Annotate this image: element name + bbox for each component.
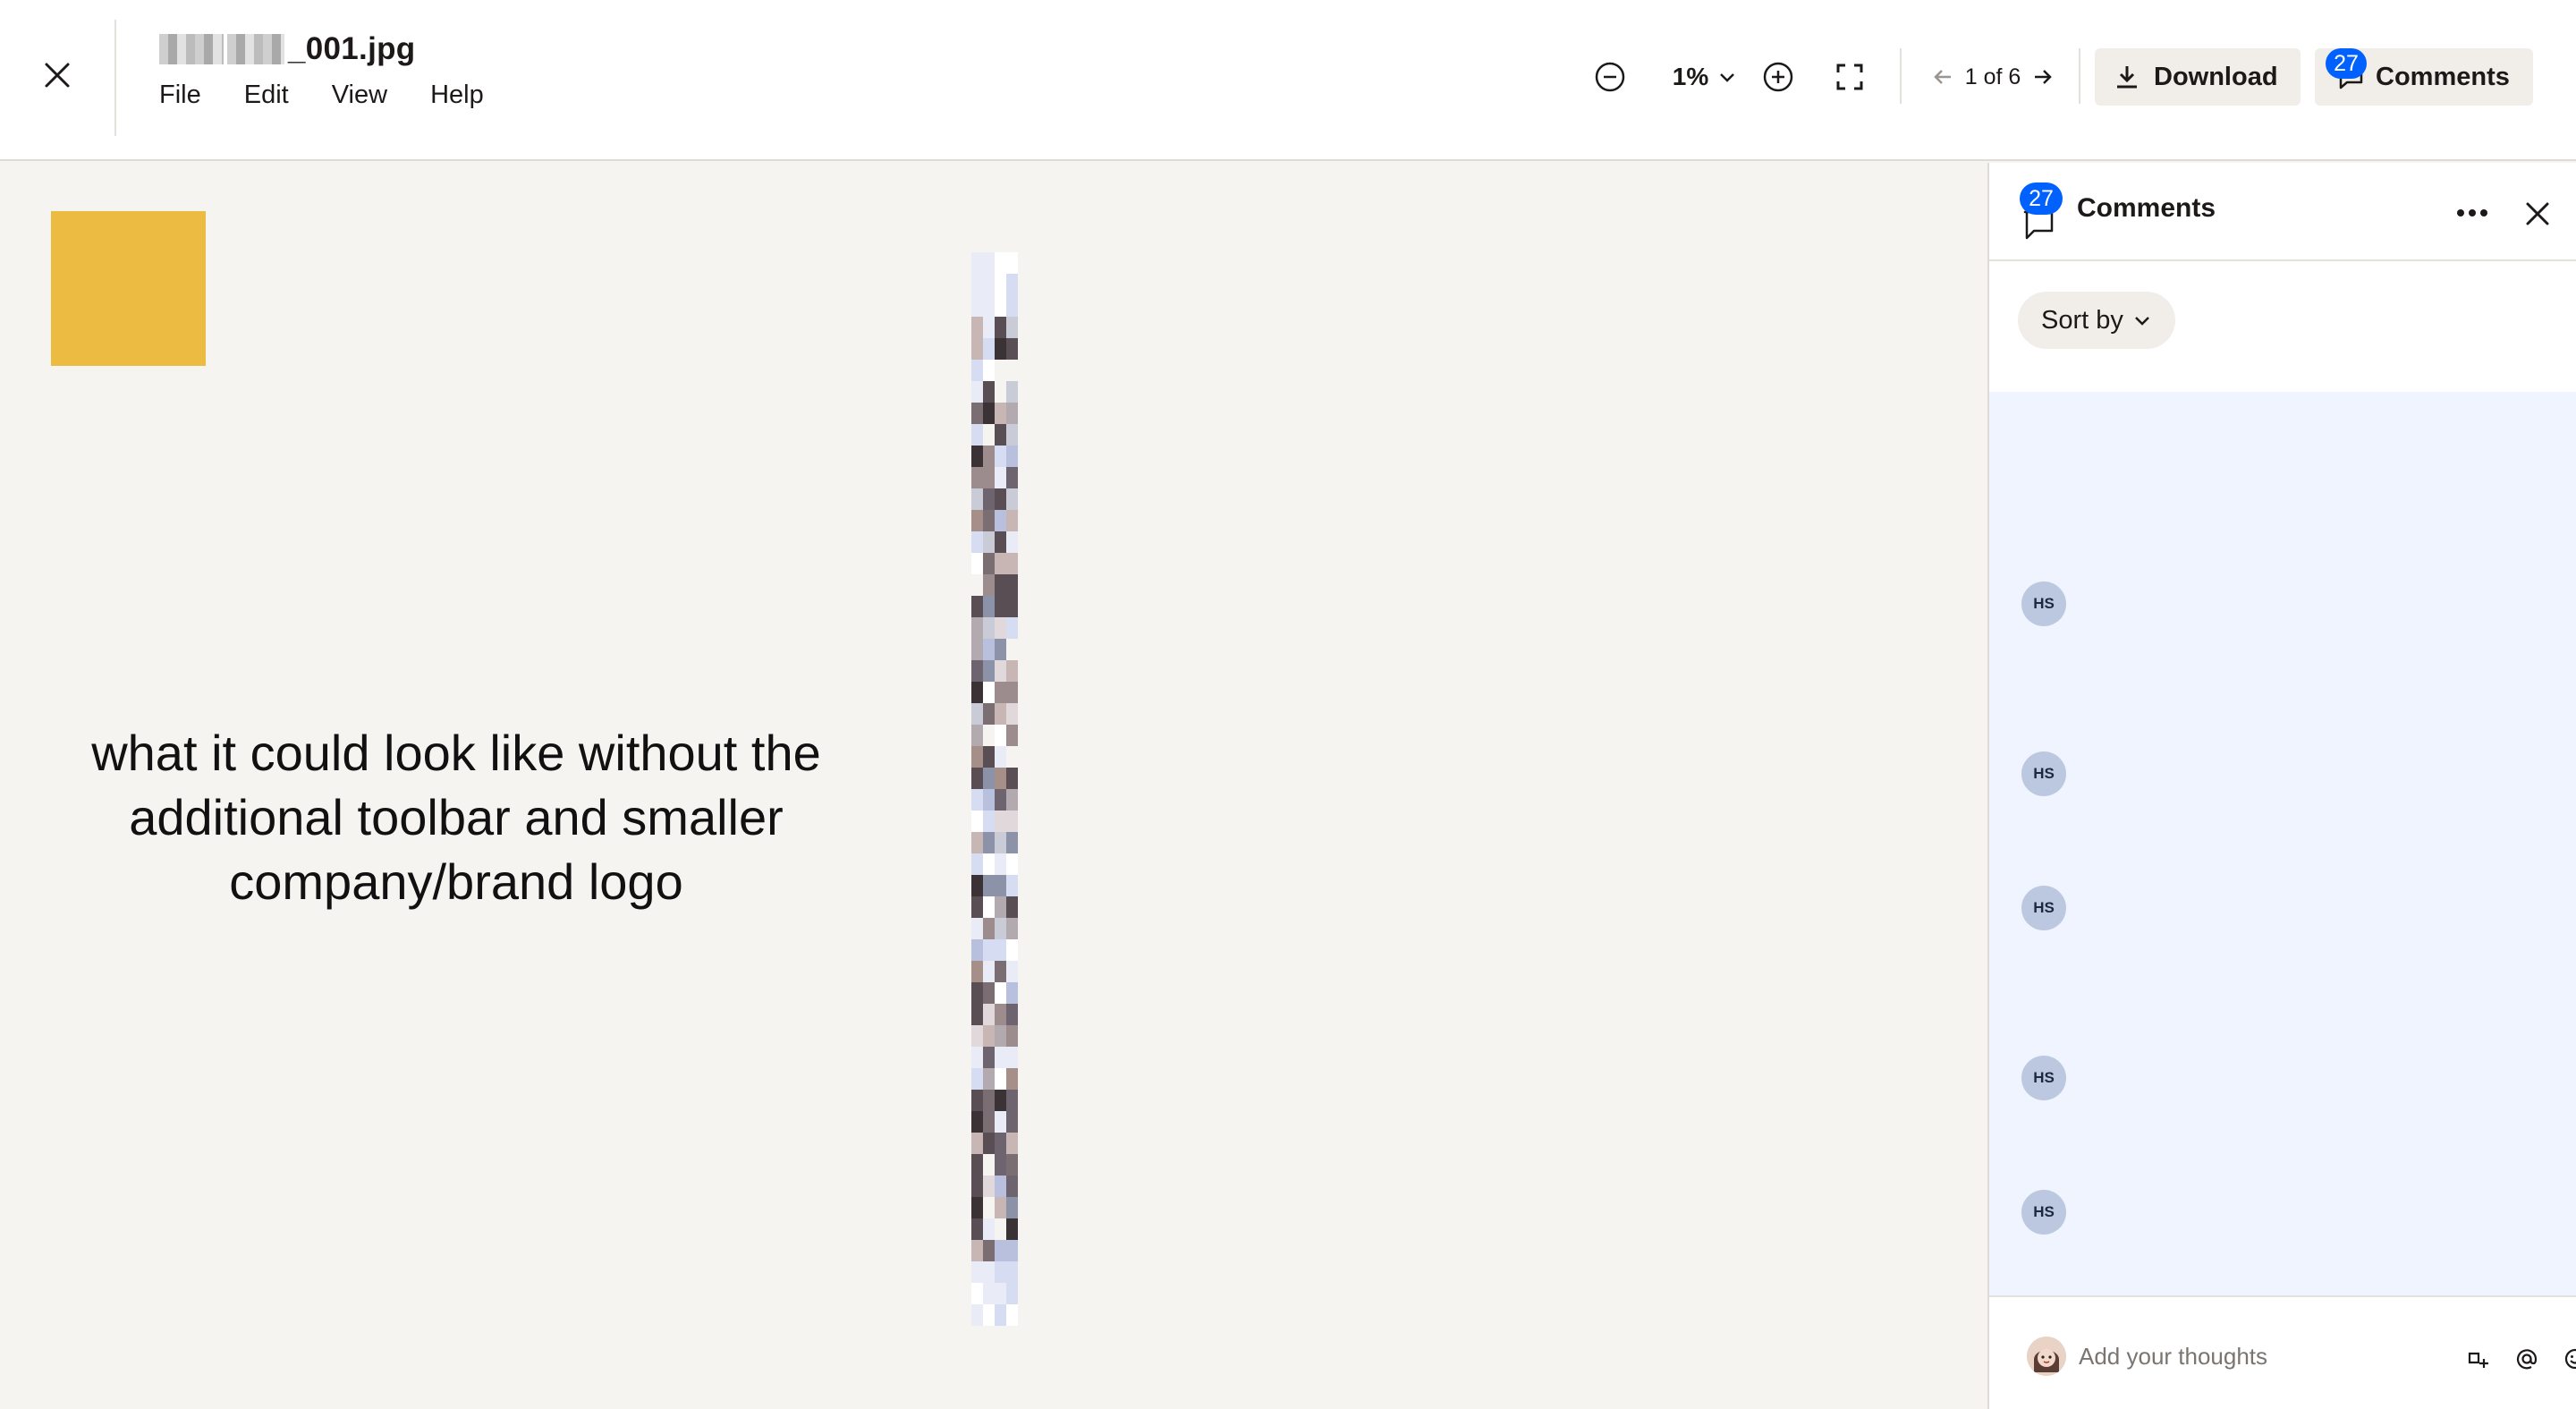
annotate-icon[interactable]	[2463, 1344, 2494, 1374]
download-label: Download	[2154, 62, 2278, 91]
emoji-icon[interactable]	[2560, 1344, 2576, 1374]
zoom-out-button[interactable]	[1585, 52, 1635, 102]
panel-count-badge: 27	[2020, 182, 2063, 215]
comment-list: HS HS HS HS HS HS	[1989, 392, 2576, 1295]
menu-edit[interactable]: Edit	[244, 81, 289, 110]
zoom-in-button[interactable]	[1753, 52, 1803, 102]
top-toolbar: _001.jpg File Edit View Help 1% 1 of 6 D…	[0, 0, 2576, 161]
redacted-name-part	[227, 34, 284, 64]
zoom-out-icon	[1595, 62, 1625, 92]
close-panel-icon[interactable]	[2517, 193, 2558, 234]
arrow-left-icon	[1934, 70, 1951, 84]
brand-logo-placeholder	[51, 211, 206, 366]
download-button[interactable]: Download	[2095, 48, 2301, 106]
menu-bar: File Edit View Help	[159, 81, 527, 110]
zoom-in-icon	[1763, 62, 1793, 92]
comment-avatar[interactable]: HS	[2021, 1056, 2066, 1100]
chevron-down-icon	[1720, 73, 1735, 82]
toolbar-divider	[1900, 48, 1902, 104]
menu-file[interactable]: File	[159, 81, 201, 110]
chevron-down-icon	[2134, 317, 2149, 326]
menu-help[interactable]: Help	[430, 81, 484, 110]
close-icon[interactable]	[32, 50, 82, 100]
comment-avatar[interactable]: HS	[2021, 751, 2066, 796]
page-indicator-text: 1 of 6	[1964, 64, 2021, 89]
panel-title: Comments	[2077, 193, 2216, 223]
header-divider	[114, 20, 116, 136]
download-icon	[2117, 66, 2137, 89]
page-indicator: 1 of 6	[1961, 52, 2025, 102]
file-name: _001.jpg	[159, 27, 415, 72]
fullscreen-button[interactable]	[1825, 52, 1875, 102]
fullscreen-icon	[1836, 64, 1863, 90]
arrow-right-icon	[2035, 70, 2052, 84]
redacted-name-part	[159, 34, 224, 64]
previous-page-button[interactable]	[1928, 52, 1959, 102]
comments-toggle-button[interactable]: Comments 27	[2315, 48, 2533, 106]
zoom-dropdown[interactable]: 1%	[1660, 52, 1750, 102]
mention-icon[interactable]	[2512, 1344, 2542, 1374]
comments-panel-header: 27 Comments	[1989, 163, 2576, 261]
menu-view[interactable]: View	[332, 81, 387, 110]
pixelated-image-strip	[971, 252, 1018, 1326]
comment-avatar[interactable]: HS	[2021, 1190, 2066, 1235]
comments-label: Comments	[2376, 62, 2510, 91]
next-page-button[interactable]	[2027, 52, 2057, 102]
user-avatar	[2027, 1337, 2066, 1376]
comments-panel: 27 Comments Sort by HS HS HS HS HS HS	[1987, 163, 2576, 1409]
zoom-value: 1%	[1672, 63, 1709, 90]
comment-composer	[1989, 1295, 2576, 1409]
sort-label: Sort by	[2041, 305, 2123, 335]
file-name-suffix: _001.jpg	[288, 31, 416, 66]
comment-input[interactable]	[2079, 1337, 2401, 1376]
toolbar-divider	[2079, 48, 2080, 104]
comments-count-badge: 27	[2326, 48, 2367, 79]
comment-avatar[interactable]: HS	[2021, 581, 2066, 626]
sort-by-button[interactable]: Sort by	[2018, 292, 2175, 349]
more-options-icon[interactable]	[2451, 195, 2494, 231]
panel-comment-icon: 27	[2020, 182, 2063, 240]
comment-avatar[interactable]: HS	[2021, 886, 2066, 930]
image-canvas[interactable]: what it could look like without the addi…	[0, 163, 1987, 1409]
app-window: _001.jpg File Edit View Help 1% 1 of 6 D…	[0, 0, 2576, 1409]
image-caption-text: what it could look like without the addi…	[91, 725, 821, 910]
